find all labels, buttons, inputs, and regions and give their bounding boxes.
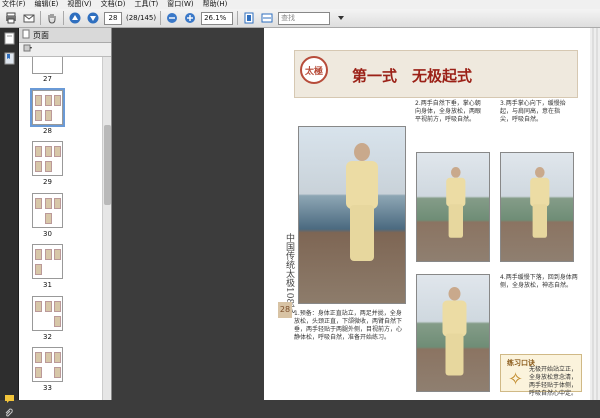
thumbnail-label: 29 bbox=[43, 178, 52, 186]
thumbnail-page[interactable] bbox=[32, 57, 63, 74]
panel-bottom-icons bbox=[4, 394, 15, 418]
menu-tools[interactable]: 工具(T) bbox=[135, 0, 159, 9]
main-photo bbox=[298, 126, 406, 304]
instruction-text-1: 1.预备：身体正直站立，两足并拢，全身放松，头颈正直，下颌微收，两臂自然下垂，两… bbox=[294, 310, 403, 341]
search-dropdown-icon[interactable] bbox=[334, 11, 348, 25]
toolbar-separator bbox=[63, 11, 64, 25]
menu-bar: 文件(F) 编辑(E) 视图(V) 文档(D) 工具(T) 窗口(W) 帮助(H… bbox=[0, 0, 600, 9]
instruction-text-4: 4.两手缓慢下落，回到身体两侧，全身放松，神态自然。 bbox=[500, 274, 578, 289]
page-edge bbox=[590, 28, 600, 400]
instruction-text-2: 2.两手自然下垂，掌心朝向身体，全身放松，两眼平视前方，呼吸自然。 bbox=[415, 100, 482, 123]
prev-page-icon[interactable] bbox=[68, 11, 82, 25]
thumbnail-page[interactable] bbox=[32, 244, 63, 279]
step-photo bbox=[416, 152, 490, 262]
person-figure bbox=[441, 287, 468, 377]
toolbar-separator bbox=[160, 11, 162, 25]
thumbnail-label: 27 bbox=[43, 75, 52, 83]
menu-file[interactable]: 文件(F) bbox=[2, 0, 26, 9]
zoom-input[interactable]: 26.1% bbox=[201, 11, 234, 25]
attachment-icon[interactable] bbox=[4, 408, 15, 418]
book-title-vertical: 中国传统太极108式 bbox=[284, 233, 294, 314]
fit-width-icon[interactable] bbox=[260, 11, 274, 25]
page-count: (28/145) bbox=[126, 14, 157, 22]
pdf-page: 太極 第一式 无极起式 中国传统太极108式 28 2.两手自然下垂，掌心朝向身… bbox=[264, 28, 600, 400]
pages-panel-header: 页面 bbox=[19, 28, 111, 43]
next-page-icon[interactable] bbox=[86, 11, 100, 25]
thumbnail-page[interactable] bbox=[32, 347, 63, 382]
thumbnail-label: 33 bbox=[43, 384, 52, 392]
pages-panel-toolbar bbox=[19, 43, 111, 57]
instruction-text-3: 3.两手掌心向下，缓慢抬起，与肩同高，意在指尖，呼吸自然。 bbox=[500, 100, 566, 123]
step-photo bbox=[500, 152, 574, 262]
menu-document[interactable]: 文档(D) bbox=[101, 0, 126, 9]
thumbnail-label: 28 bbox=[43, 127, 52, 135]
thumbnail-label: 30 bbox=[43, 230, 52, 238]
email-icon[interactable] bbox=[22, 11, 36, 25]
toolbar-separator bbox=[237, 11, 239, 25]
menu-edit[interactable]: 编辑(E) bbox=[35, 0, 59, 9]
scrollbar-thumb[interactable] bbox=[104, 125, 111, 205]
memo-text: 无极开始站立正，全身放松意念清，两手轻贴于体侧，呼吸自然心中定。 bbox=[529, 366, 578, 397]
pages-panel-icon-small bbox=[22, 29, 30, 41]
pages-panel-title: 页面 bbox=[33, 30, 49, 40]
options-icon[interactable] bbox=[23, 43, 33, 56]
menu-view[interactable]: 视图(V) bbox=[67, 0, 91, 9]
search-input[interactable]: 查找 bbox=[278, 11, 331, 25]
taiji-seal: 太極 bbox=[300, 56, 328, 84]
taiji-mark-icon: ✧ bbox=[508, 369, 524, 390]
navigation-tab-strip bbox=[0, 28, 19, 417]
zoom-out-icon[interactable] bbox=[165, 11, 179, 25]
thumbnail-list: 27 28 29 30 31 32 33 bbox=[19, 57, 103, 400]
thumbnail-page[interactable] bbox=[32, 193, 63, 228]
thumbnail-scrollbar[interactable] bbox=[102, 57, 111, 400]
taiji-seal-text: 太極 bbox=[304, 66, 323, 77]
menu-help[interactable]: 帮助(H) bbox=[203, 0, 228, 9]
comments-icon[interactable] bbox=[4, 394, 15, 404]
menu-window[interactable]: 窗口(W) bbox=[167, 0, 193, 9]
zoom-in-icon[interactable] bbox=[183, 11, 197, 25]
thumbnail-page[interactable] bbox=[32, 296, 63, 331]
person-figure bbox=[445, 167, 467, 239]
fit-page-icon[interactable] bbox=[242, 11, 256, 25]
page-title: 第一式 无极起式 bbox=[352, 67, 473, 85]
thumbnail-page[interactable] bbox=[32, 141, 63, 176]
memo-box: 练习口诀 ✧ 无极开始站立正，全身放松意念清，两手轻贴于体侧，呼吸自然心中定。 bbox=[500, 354, 582, 397]
step-photo bbox=[416, 274, 490, 392]
thumbnail-label: 31 bbox=[43, 281, 52, 289]
toolbar: 28 (28/145) 26.1% 查找 bbox=[0, 9, 600, 28]
hand-tool-icon[interactable] bbox=[45, 11, 59, 25]
thumbnail-page-selected[interactable] bbox=[30, 88, 65, 127]
print-icon[interactable] bbox=[4, 11, 18, 25]
bookmarks-panel-icon[interactable] bbox=[4, 52, 15, 68]
pages-panel-icon[interactable] bbox=[4, 32, 15, 48]
thumbnail-label: 32 bbox=[43, 333, 52, 341]
page-number-badge: 28 bbox=[278, 302, 292, 318]
toolbar-separator bbox=[40, 11, 41, 25]
person-figure bbox=[529, 167, 551, 239]
page-number-input[interactable]: 28 bbox=[104, 11, 122, 25]
person-figure bbox=[344, 143, 380, 263]
pages-panel: 页面 27 28 29 30 31 32 33 bbox=[19, 28, 112, 400]
